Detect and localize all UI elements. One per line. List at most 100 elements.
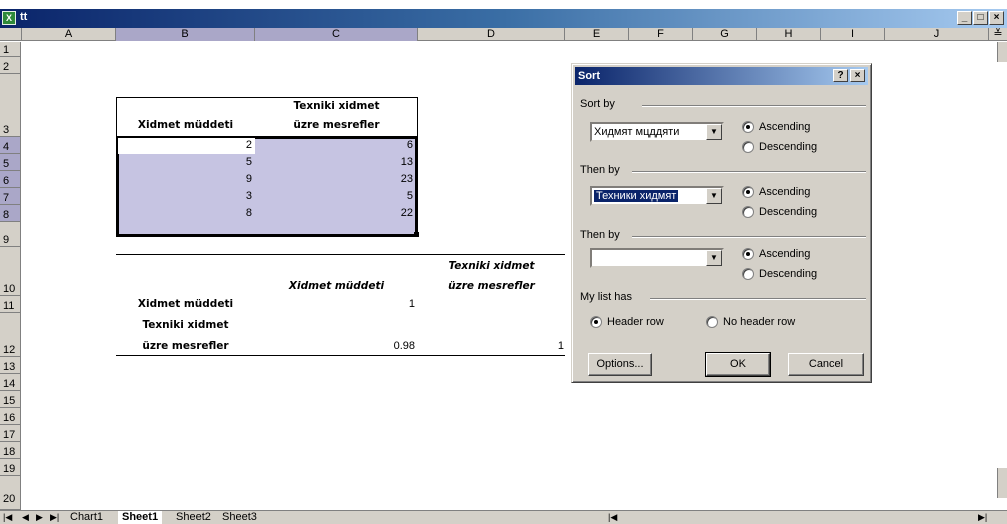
sort-by-descending-radio[interactable]: Descending: [742, 141, 817, 153]
table2-header-c[interactable]: Xidmet müddeti: [255, 280, 418, 292]
hscroll-left-icon[interactable]: |◀: [608, 511, 617, 524]
table1-header-b[interactable]: Xidmet müddeti: [116, 119, 255, 131]
table2-header-d-line1[interactable]: Texniki xidmet: [418, 260, 565, 272]
row-header-4[interactable]: 4: [0, 137, 21, 154]
tab-chart1[interactable]: Chart1: [70, 511, 103, 524]
then-by-2-ascending-radio[interactable]: Ascending: [742, 248, 810, 260]
tab-scroll-first-icon[interactable]: |◀: [3, 511, 12, 524]
row-header-18[interactable]: 18: [0, 442, 21, 459]
chevron-down-icon[interactable]: ▼: [706, 124, 722, 140]
radio-label: Ascending: [759, 121, 811, 133]
tab-scroll-prev-icon[interactable]: ◀: [22, 511, 29, 524]
column-header-f[interactable]: F: [629, 28, 693, 41]
then-by-1-value: Техники хидмят: [594, 190, 679, 202]
ok-button[interactable]: OK: [705, 352, 771, 377]
then-by-2-combo[interactable]: ▼: [590, 248, 724, 268]
column-header-a[interactable]: A: [22, 28, 116, 41]
row-header-14[interactable]: 14: [0, 374, 21, 391]
cell-c4[interactable]: 6: [256, 139, 413, 151]
minimize-button[interactable]: _: [957, 11, 972, 25]
column-header-d[interactable]: D: [418, 28, 565, 41]
cell-b5[interactable]: 5: [118, 156, 252, 168]
fill-handle[interactable]: [414, 232, 419, 237]
then-by-1-rule: [632, 171, 866, 173]
row-header-11[interactable]: 11: [0, 296, 21, 313]
table2-header-d-line2[interactable]: üzre mesrefler: [418, 280, 565, 292]
cell-c5[interactable]: 13: [256, 156, 413, 168]
cell-b12-line2[interactable]: üzre mesrefler: [116, 340, 255, 352]
column-header-i[interactable]: I: [821, 28, 885, 41]
chevron-down-icon[interactable]: ▼: [706, 250, 722, 266]
maximize-button[interactable]: □: [973, 11, 988, 25]
cell-b8[interactable]: 8: [118, 207, 252, 219]
select-all-corner[interactable]: [0, 28, 22, 41]
sort-by-combo[interactable]: Хидмят мцддяти ▼: [590, 122, 724, 142]
row-header-3[interactable]: 3: [0, 74, 21, 137]
cell-b12-line1[interactable]: Texniki xidmet: [116, 319, 255, 331]
window-title: tt: [20, 11, 28, 23]
tab-sheet3[interactable]: Sheet3: [222, 511, 257, 524]
column-header-j[interactable]: J: [885, 28, 989, 41]
row-header-10[interactable]: 10: [0, 247, 21, 296]
dialog-titlebar: Sort ? ×: [575, 67, 868, 85]
cell-b11[interactable]: Xidmet müddeti: [116, 298, 255, 310]
tab-scroll-last-icon[interactable]: ▶|: [50, 511, 59, 524]
row-header-13[interactable]: 13: [0, 357, 21, 374]
then-by-1-descending-radio[interactable]: Descending: [742, 206, 817, 218]
my-list-has-rule: [650, 298, 866, 300]
radio-icon: [706, 316, 718, 328]
row-header-9[interactable]: 9: [0, 222, 21, 247]
row-header-17[interactable]: 17: [0, 425, 21, 442]
then-by-2-rule: [632, 236, 866, 238]
cell-c6[interactable]: 23: [256, 173, 413, 185]
column-header-c[interactable]: C: [255, 28, 418, 41]
cell-b4[interactable]: 2: [118, 139, 252, 151]
no-header-row-radio[interactable]: No header row: [706, 316, 795, 328]
vertical-scrollbar-top[interactable]: [997, 42, 1007, 62]
header-row-radio[interactable]: Header row: [590, 316, 664, 328]
row-header-16[interactable]: 16: [0, 408, 21, 425]
options-button[interactable]: Options...: [588, 353, 652, 376]
cell-c8[interactable]: 22: [256, 207, 413, 219]
cell-b6[interactable]: 9: [118, 173, 252, 185]
row-header-2[interactable]: 2: [0, 57, 21, 74]
column-header-e[interactable]: E: [565, 28, 629, 41]
row-header-20[interactable]: 20: [0, 476, 21, 510]
then-by-1-combo[interactable]: Техники хидмят ▼: [590, 186, 724, 206]
cell-c7[interactable]: 5: [256, 190, 413, 202]
row-header-5[interactable]: 5: [0, 154, 21, 171]
tab-scroll-next-icon[interactable]: ▶: [36, 511, 43, 524]
tab-sheet2[interactable]: Sheet2: [176, 511, 211, 524]
then-by-1-ascending-radio[interactable]: Ascending: [742, 186, 810, 198]
cell-d12[interactable]: 1: [420, 340, 564, 352]
radio-icon: [742, 121, 754, 133]
hscroll-right-icon[interactable]: ▶|: [978, 511, 987, 524]
cell-c12[interactable]: 0.98: [256, 340, 415, 352]
dialog-close-button[interactable]: ×: [850, 69, 865, 82]
tab-sheet1[interactable]: Sheet1: [118, 511, 163, 524]
then-by-2-descending-radio[interactable]: Descending: [742, 268, 817, 280]
column-header-b[interactable]: B: [116, 28, 255, 41]
cell-c11[interactable]: 1: [256, 298, 415, 310]
table1-header-c-line2[interactable]: üzre mesrefler: [255, 119, 418, 131]
sheet-tab-bar: |◀ ◀ ▶ ▶| Chart1 Sheet1 Sheet2 Sheet3 |◀…: [0, 510, 1007, 524]
row-header-1[interactable]: 1: [0, 42, 21, 57]
column-header-h[interactable]: H: [757, 28, 821, 41]
row-header-8[interactable]: 8: [0, 205, 21, 222]
row-header-7[interactable]: 7: [0, 188, 21, 205]
help-button[interactable]: ?: [833, 69, 848, 82]
radio-label: No header row: [723, 316, 796, 328]
row-header-19[interactable]: 19: [0, 459, 21, 476]
table1-header-c-line1[interactable]: Texniki xidmet: [255, 100, 418, 112]
vertical-scrollbar-bottom[interactable]: [997, 468, 1007, 498]
close-button[interactable]: ×: [989, 11, 1004, 25]
row-header-15[interactable]: 15: [0, 391, 21, 408]
cell-b7[interactable]: 3: [118, 190, 252, 202]
row-header-6[interactable]: 6: [0, 171, 21, 188]
column-header-g[interactable]: G: [693, 28, 757, 41]
sort-by-ascending-radio[interactable]: Ascending: [742, 121, 810, 133]
split-box-icon[interactable]: ≚: [989, 28, 1007, 41]
chevron-down-icon[interactable]: ▼: [706, 188, 722, 204]
cancel-button[interactable]: Cancel: [788, 353, 864, 376]
row-header-12[interactable]: 12: [0, 313, 21, 357]
